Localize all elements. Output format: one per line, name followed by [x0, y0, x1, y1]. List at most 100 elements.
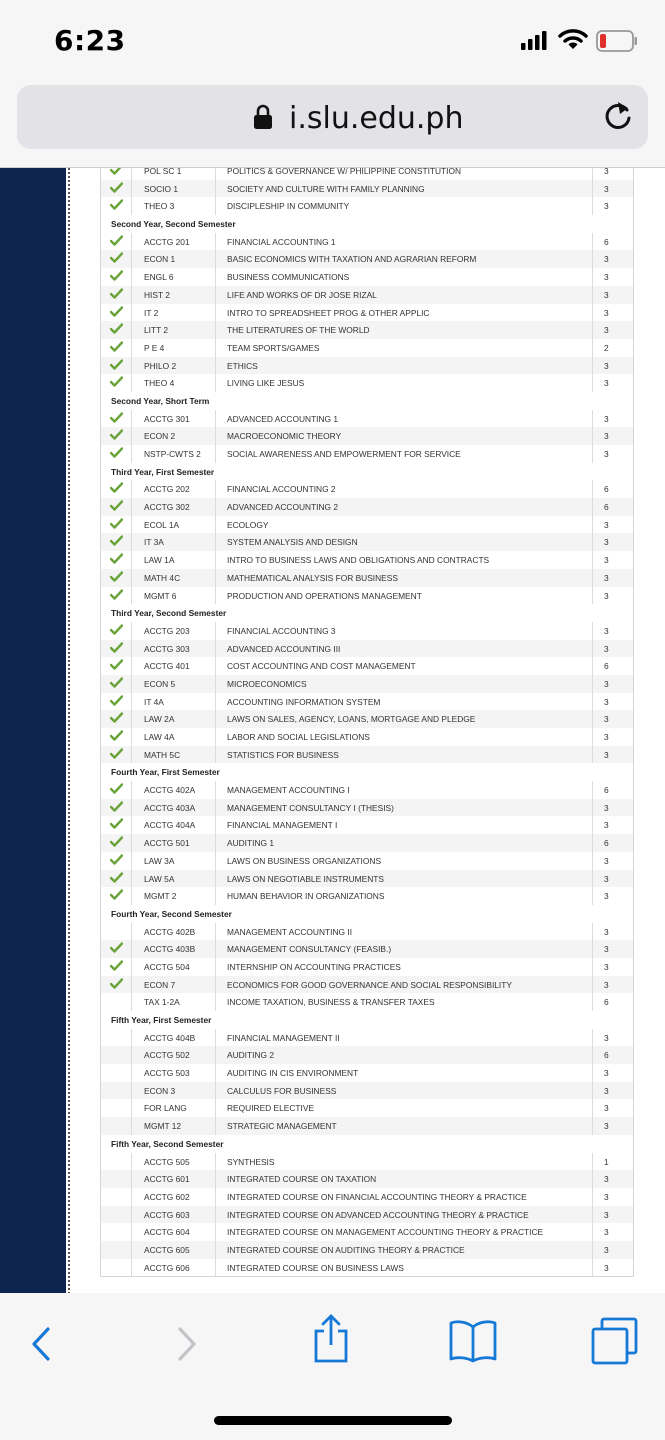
address-bar[interactable]: i.slu.edu.ph [17, 85, 648, 149]
status-cell [101, 1152, 132, 1171]
course-title: CALCULUS FOR BUSINESS [227, 1085, 337, 1096]
status-cell [101, 975, 132, 994]
status-cell [101, 197, 132, 216]
table-row: THEO 3 DISCIPLESHIP IN COMMUNITY 3 [101, 197, 633, 216]
course-title: PRODUCTION AND OPERATIONS MANAGEMENT [227, 590, 422, 601]
column-divider [215, 250, 216, 269]
column-divider [215, 568, 216, 587]
course-units: 3 [604, 1244, 609, 1255]
column-divider [592, 1258, 593, 1277]
column-divider [215, 374, 216, 392]
table-row: LITT 2 THE LITERATURES OF THE WORLD 3 [101, 321, 633, 339]
status-cell [101, 409, 132, 428]
status-cell [101, 427, 132, 445]
column-divider [215, 851, 216, 870]
course-code: ECON 1 [144, 254, 176, 265]
course-code: LAW 4A [144, 732, 175, 742]
column-divider [592, 1046, 593, 1065]
course-units: 3 [604, 449, 609, 459]
term-header: Fourth Year, Second Semester [101, 904, 633, 923]
status-cell [101, 745, 132, 764]
course-code: ACCTG 403B [144, 944, 196, 955]
course-units: 2 [604, 342, 609, 353]
table-row: IT 4A ACCOUNTING INFORMATION SYSTEM 3 [101, 692, 633, 711]
page-sidebar-band [0, 168, 66, 1293]
status-cell [101, 356, 132, 375]
table-row: ACCTG 503 AUDITING IN CIS ENVIRONMENT 3 [101, 1064, 633, 1082]
course-title: POLITICS & GOVERNANCE W/ PHILIPPINE CONS… [227, 167, 462, 176]
column-divider [215, 869, 216, 888]
share-icon[interactable] [312, 1313, 350, 1365]
course-title: LIFE AND WORKS OF DR JOSE RIZAL [227, 289, 377, 300]
column-divider [592, 993, 593, 1011]
course-units: 3 [604, 254, 609, 265]
course-units: 3 [604, 749, 609, 760]
status-cell [101, 798, 132, 817]
table-row: HIST 2 LIFE AND WORKS OF DR JOSE RIZAL 3 [101, 285, 633, 304]
column-divider [592, 515, 593, 534]
status-cell [101, 445, 132, 463]
status-cell [101, 1170, 132, 1188]
table-row: POL SC 1 POLITICS & GOVERNANCE W/ PHILIPP… [101, 167, 633, 180]
course-units: 3 [604, 590, 609, 601]
course-title: SOCIETY AND CULTURE WITH FAMILY PLANNING [227, 183, 425, 194]
back-icon[interactable] [30, 1327, 52, 1361]
term-header-label: Second Year, Second Semester [111, 219, 236, 230]
tabs-icon[interactable] [590, 1317, 638, 1365]
table-row: ECOL 1A ECOLOGY 3 [101, 515, 633, 534]
course-title: INTRO TO BUSINESS LAWS AND OBLIGATIONS A… [227, 555, 490, 566]
column-divider [215, 1028, 216, 1047]
course-units: 6 [604, 1050, 609, 1061]
column-divider [592, 975, 593, 994]
course-code: HIST 2 [144, 289, 170, 300]
course-code: ACCTG 504 [144, 961, 190, 972]
column-divider [215, 1240, 216, 1259]
bookmarks-icon[interactable] [448, 1319, 498, 1363]
status-cell [101, 1205, 132, 1224]
course-title: COST ACCOUNTING AND COST MANAGEMENT [227, 661, 416, 672]
column-divider [592, 957, 593, 976]
table-row: FOR LANG REQUIRED ELECTIVE 3 [101, 1099, 633, 1118]
reload-icon[interactable] [603, 100, 633, 132]
course-title: ACCOUNTING INFORMATION SYSTEM [227, 696, 381, 707]
column-divider [592, 940, 593, 958]
column-divider [215, 1170, 216, 1188]
course-title: DISCIPLESHIP IN COMMUNITY [227, 201, 350, 212]
course-title: AUDITING 2 [227, 1050, 274, 1061]
table-row: ACCTG 201 FINANCIAL ACCOUNTING 1 6 [101, 232, 633, 251]
table-row: MGMT 6 PRODUCTION AND OPERATIONS MANAGEME… [101, 586, 633, 605]
column-divider [592, 338, 593, 357]
course-units: 3 [604, 873, 609, 884]
status-cell [101, 480, 132, 499]
status-cell [101, 268, 132, 286]
course-units: 6 [604, 838, 609, 849]
course-title: SYNTHESIS [227, 1156, 275, 1167]
course-units: 3 [604, 325, 609, 336]
column-divider [215, 692, 216, 711]
course-title: LIVING LIKE JESUS [227, 378, 305, 389]
status-cell [101, 834, 132, 852]
table-row: SOCIO 1 SOCIETY AND CULTURE WITH FAMILY P… [101, 179, 633, 198]
table-row: ECON 7 ECONOMICS FOR GOOD GOVERNANCE AND … [101, 975, 633, 994]
column-divider [592, 798, 593, 817]
course-title: FINANCIAL ACCOUNTING 2 [227, 484, 336, 495]
table-row: TAX 1-2A INCOME TAXATION, BUSINESS & TRAN… [101, 993, 633, 1011]
table-row: ACCTG 601 INTEGRATED COURSE ON TAXATION 3 [101, 1170, 633, 1188]
course-code: LAW 2A [144, 714, 175, 725]
status-cell [101, 1081, 132, 1100]
column-divider [592, 1187, 593, 1206]
course-code: IT 3A [144, 537, 164, 548]
curriculum-table: POL SC 1 POLITICS & GOVERNANCE W/ PHILIPP… [100, 167, 634, 1278]
forward-icon[interactable] [176, 1327, 198, 1361]
column-divider [592, 710, 593, 728]
status-cell [101, 1187, 132, 1206]
course-title: MANAGEMENT ACCOUNTING I [227, 785, 350, 796]
course-code: ACCTG 302 [144, 502, 190, 513]
table-row: LAW 4A LABOR AND SOCIAL LEGISLATIONS 3 [101, 728, 633, 746]
course-units: 3 [604, 926, 609, 937]
course-units: 3 [604, 1262, 609, 1273]
course-title: THE LITERATURES OF THE WORLD [227, 325, 370, 336]
status-cell [101, 816, 132, 835]
column-divider [592, 551, 593, 569]
table-row: ACCTG 505 SYNTHESIS 1 [101, 1152, 633, 1171]
